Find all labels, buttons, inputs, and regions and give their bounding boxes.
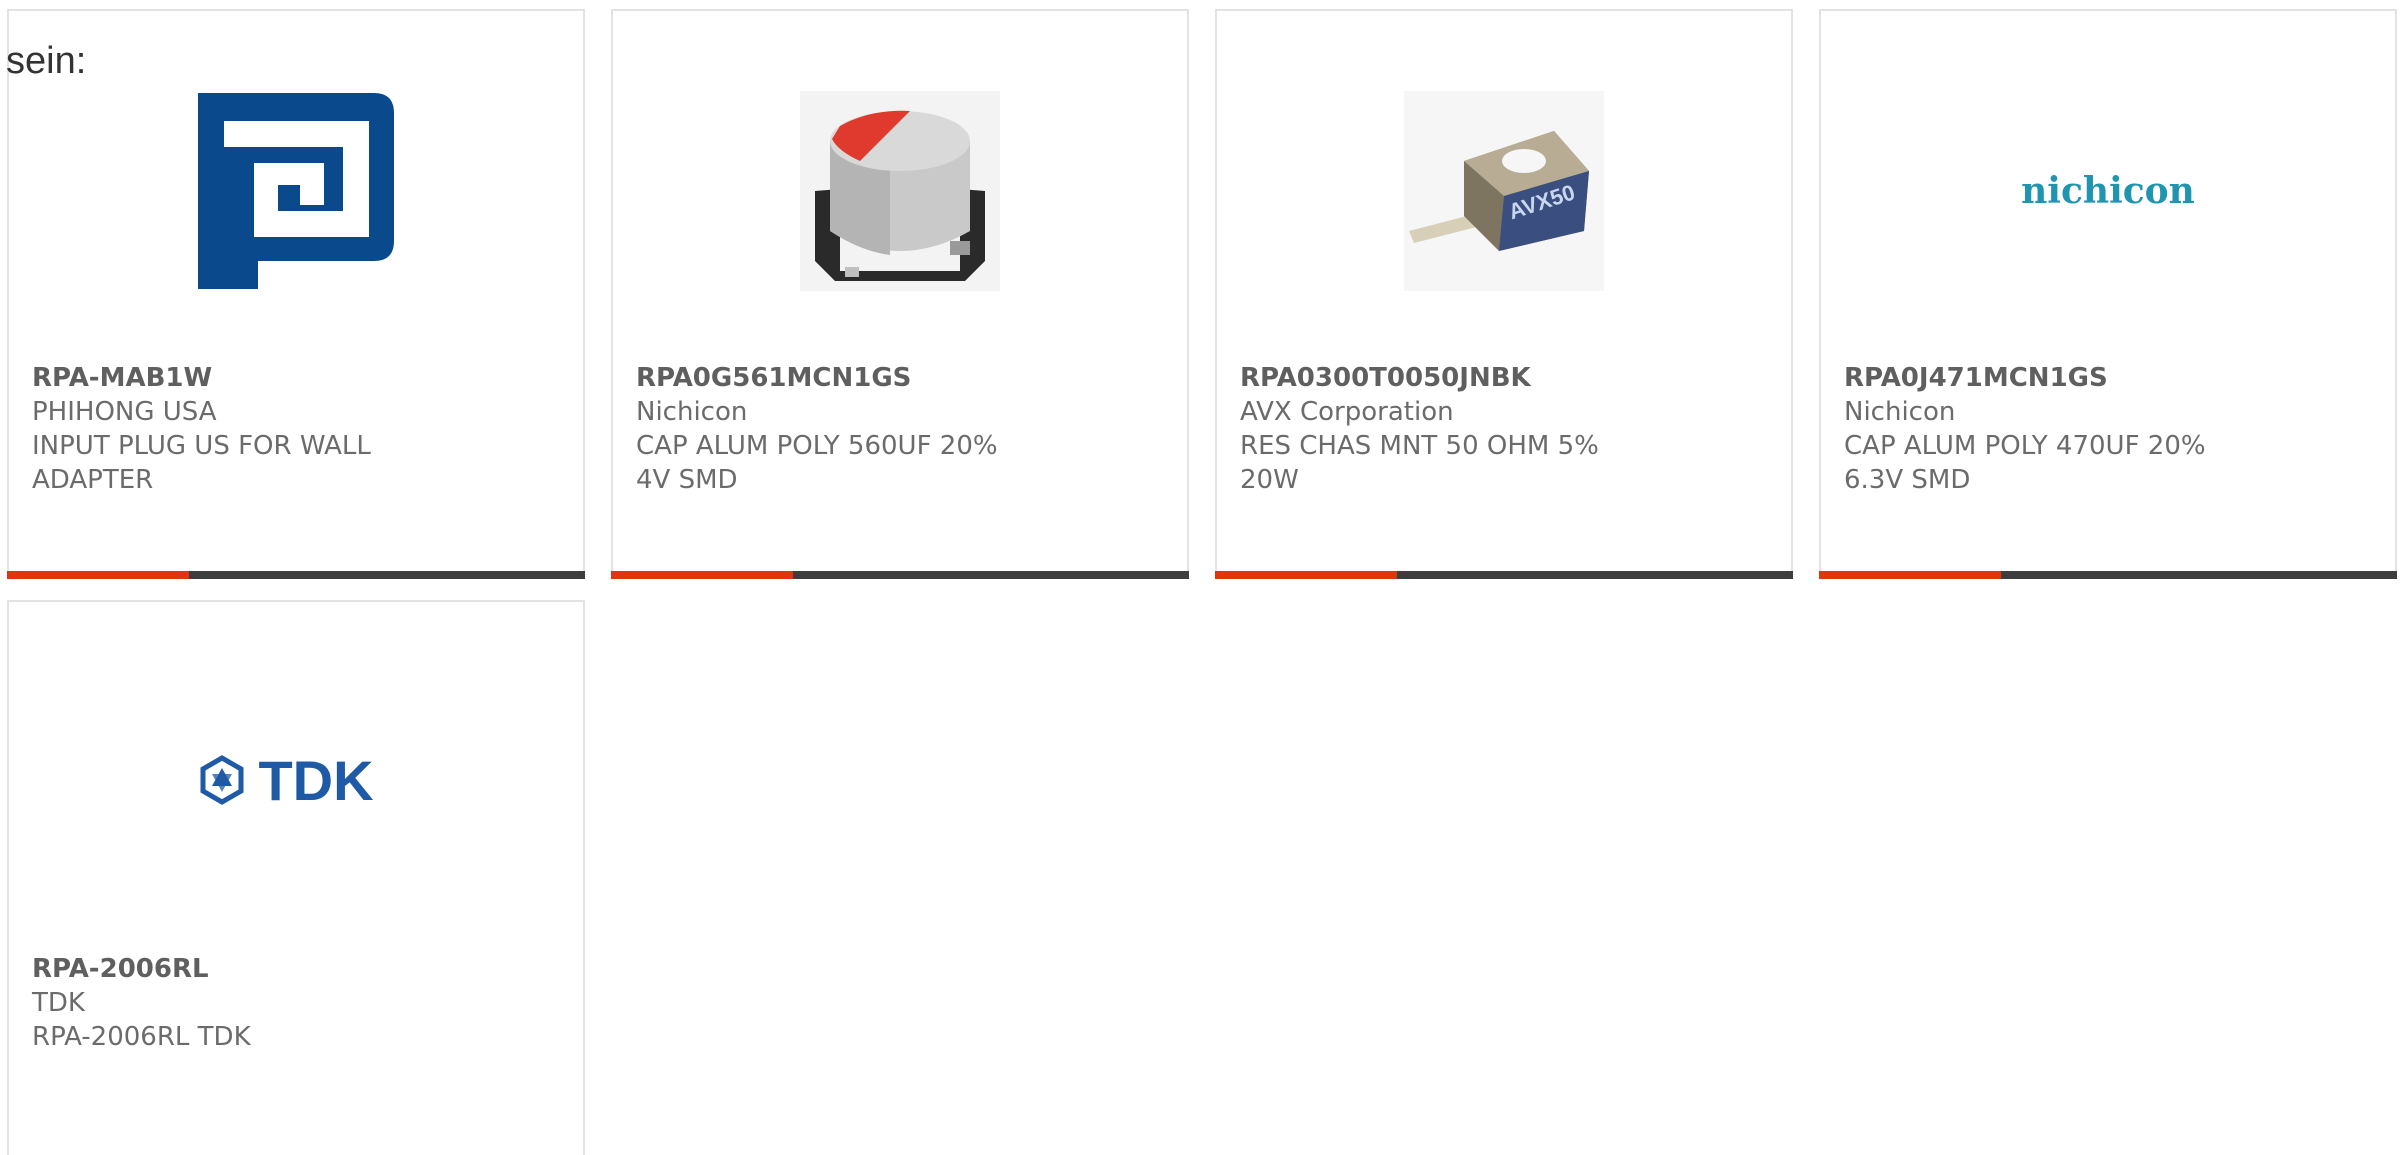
product-info: RPA-2006RL TDK RPA-2006RL TDK	[32, 952, 433, 1054]
product-image: TDK	[9, 662, 583, 902]
part-number[interactable]: RPA0J471MCN1GS	[1844, 361, 2245, 395]
product-info: RPA0G561MCN1GS Nichicon CAP ALUM POLY 56…	[636, 361, 1037, 497]
product-grid-page: sein: PHIHONG RPA-MAB1W PHIHONG USA INPU…	[0, 0, 2400, 1155]
resistor-photo-icon: AVX50	[1404, 91, 1604, 291]
product-card[interactable]: nichicon RPA0J471MCN1GS Nichicon CAP ALU…	[1819, 9, 2397, 579]
product-info: RPA0J471MCN1GS Nichicon CAP ALUM POLY 47…	[1844, 361, 2245, 497]
manufacturer: Nichicon	[1844, 397, 1956, 427]
phihong-logo-icon: PHIHONG	[198, 93, 396, 291]
intro-text: sein:	[6, 40, 87, 82]
product-card[interactable]: RPA0G561MCN1GS Nichicon CAP ALUM POLY 56…	[611, 9, 1189, 579]
product-image: PHIHONG	[9, 71, 583, 311]
part-number[interactable]: RPA0G561MCN1GS	[636, 361, 1037, 395]
description: CAP ALUM POLY 560UF 20% 4V SMD	[636, 431, 998, 495]
product-card[interactable]: PHIHONG RPA-MAB1W PHIHONG USA INPUT PLUG…	[7, 9, 585, 579]
manufacturer: AVX Corporation	[1240, 397, 1454, 427]
nichicon-logo-icon: nichicon	[2021, 170, 2195, 212]
product-card[interactable]: AVX50 RPA0300T0050JNBK AVX Corporation R…	[1215, 9, 1793, 579]
card-bottom-bar	[1215, 571, 1793, 579]
svg-text:nichicon: nichicon	[2021, 170, 2195, 212]
card-accent-bar	[611, 571, 793, 579]
card-accent-bar	[1819, 571, 2001, 579]
product-info: RPA0300T0050JNBK AVX Corporation RES CHA…	[1240, 361, 1641, 497]
product-info: RPA-MAB1W PHIHONG USA INPUT PLUG US FOR …	[32, 361, 433, 497]
product-image: AVX50	[1217, 71, 1791, 311]
svg-text:PHIHONG: PHIHONG	[258, 259, 396, 291]
manufacturer: Nichicon	[636, 397, 748, 427]
manufacturer: TDK	[32, 988, 85, 1018]
card-bottom-bar	[611, 571, 1189, 579]
description: INPUT PLUG US FOR WALL ADAPTER	[32, 431, 371, 495]
capacitor-photo-icon	[800, 91, 1000, 291]
manufacturer: PHIHONG USA	[32, 397, 217, 427]
product-image	[613, 71, 1187, 311]
description: CAP ALUM POLY 470UF 20% 6.3V SMD	[1844, 431, 2206, 495]
svg-text:TDK: TDK	[258, 749, 373, 812]
part-number[interactable]: RPA-MAB1W	[32, 361, 433, 395]
part-number[interactable]: RPA0300T0050JNBK	[1240, 361, 1641, 395]
card-bottom-bar	[1819, 571, 2397, 579]
product-image: nichicon	[1821, 71, 2395, 311]
card-accent-bar	[7, 571, 189, 579]
description: RES CHAS MNT 50 OHM 5% 20W	[1240, 431, 1599, 495]
part-number[interactable]: RPA-2006RL	[32, 952, 433, 986]
product-card[interactable]: TDK RPA-2006RL TDK RPA-2006RL TDK	[7, 600, 585, 1155]
description: RPA-2006RL TDK	[32, 1022, 251, 1052]
tdk-logo-icon: TDK	[200, 749, 374, 812]
card-accent-bar	[1215, 571, 1397, 579]
card-bottom-bar	[7, 571, 585, 579]
